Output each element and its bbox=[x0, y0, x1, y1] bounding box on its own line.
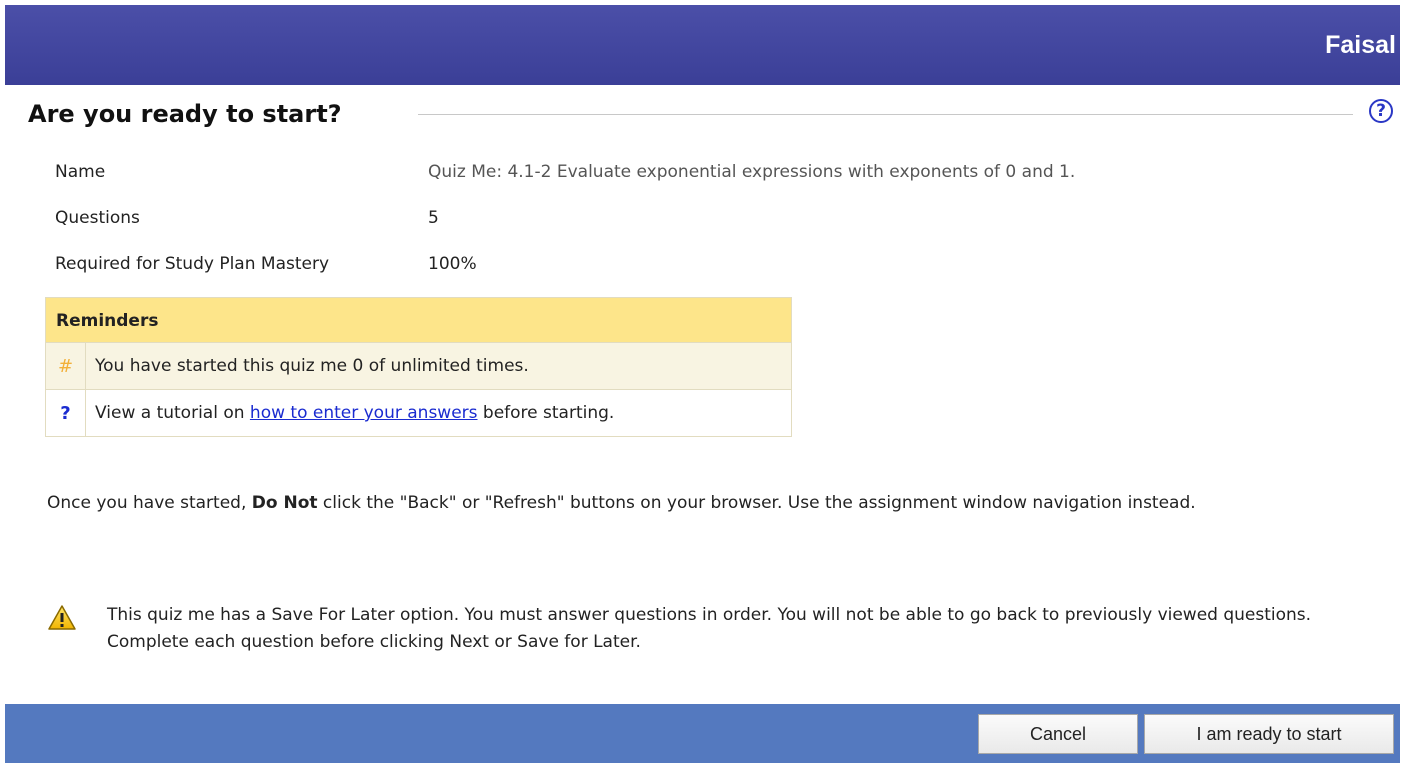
warning-icon bbox=[48, 605, 76, 630]
ready-to-start-button[interactable]: I am ready to start bbox=[1144, 714, 1394, 754]
browser-navigation-warning: Once you have started, Do Not click the … bbox=[47, 490, 1367, 517]
name-value: Quiz Me: 4.1-2 Evaluate exponential expr… bbox=[428, 162, 1076, 182]
quiz-start-page: Faisal Are you ready to start? ? Name Qu… bbox=[0, 0, 1403, 763]
header-bar: Faisal bbox=[5, 5, 1400, 85]
hash-icon: # bbox=[46, 343, 86, 389]
title-row: Are you ready to start? ? bbox=[28, 96, 1393, 132]
user-name: Faisal bbox=[1325, 31, 1396, 59]
title-divider bbox=[418, 114, 1353, 115]
browser-warning-bold: Do Not bbox=[251, 493, 318, 513]
attempts-text: You have started this quiz me 0 of unlim… bbox=[95, 356, 529, 376]
reminders-header: Reminders bbox=[46, 298, 791, 342]
tutorial-suffix: before starting. bbox=[477, 403, 615, 423]
name-label: Name bbox=[55, 162, 106, 182]
questions-label: Questions bbox=[55, 208, 140, 228]
save-later-notice: This quiz me has a Save For Later option… bbox=[47, 604, 1367, 664]
reminder-tutorial: ? View a tutorial on how to enter your a… bbox=[46, 389, 791, 436]
mastery-value: 100% bbox=[428, 254, 477, 274]
tutorial-link[interactable]: how to enter your answers bbox=[250, 403, 478, 423]
questions-value: 5 bbox=[428, 208, 439, 228]
tutorial-prefix: View a tutorial on bbox=[95, 403, 250, 423]
question-mark-icon: ? bbox=[46, 390, 86, 436]
mastery-label: Required for Study Plan Mastery bbox=[55, 254, 330, 274]
page-title: Are you ready to start? bbox=[28, 96, 350, 132]
reminder-attempts: # You have started this quiz me 0 of unl… bbox=[46, 342, 791, 389]
tutorial-text: View a tutorial on how to enter your ans… bbox=[86, 403, 614, 423]
save-later-text: This quiz me has a Save For Later option… bbox=[107, 605, 1312, 652]
reminders-box: Reminders # You have started this quiz m… bbox=[45, 297, 792, 437]
footer-bar: Cancel I am ready to start bbox=[5, 704, 1400, 763]
help-circle-icon[interactable]: ? bbox=[1369, 99, 1393, 123]
browser-warning-suffix: click the "Back" or "Refresh" buttons on… bbox=[317, 493, 1196, 513]
cancel-button[interactable]: Cancel bbox=[978, 714, 1138, 754]
browser-warning-prefix: Once you have started, bbox=[47, 493, 252, 513]
